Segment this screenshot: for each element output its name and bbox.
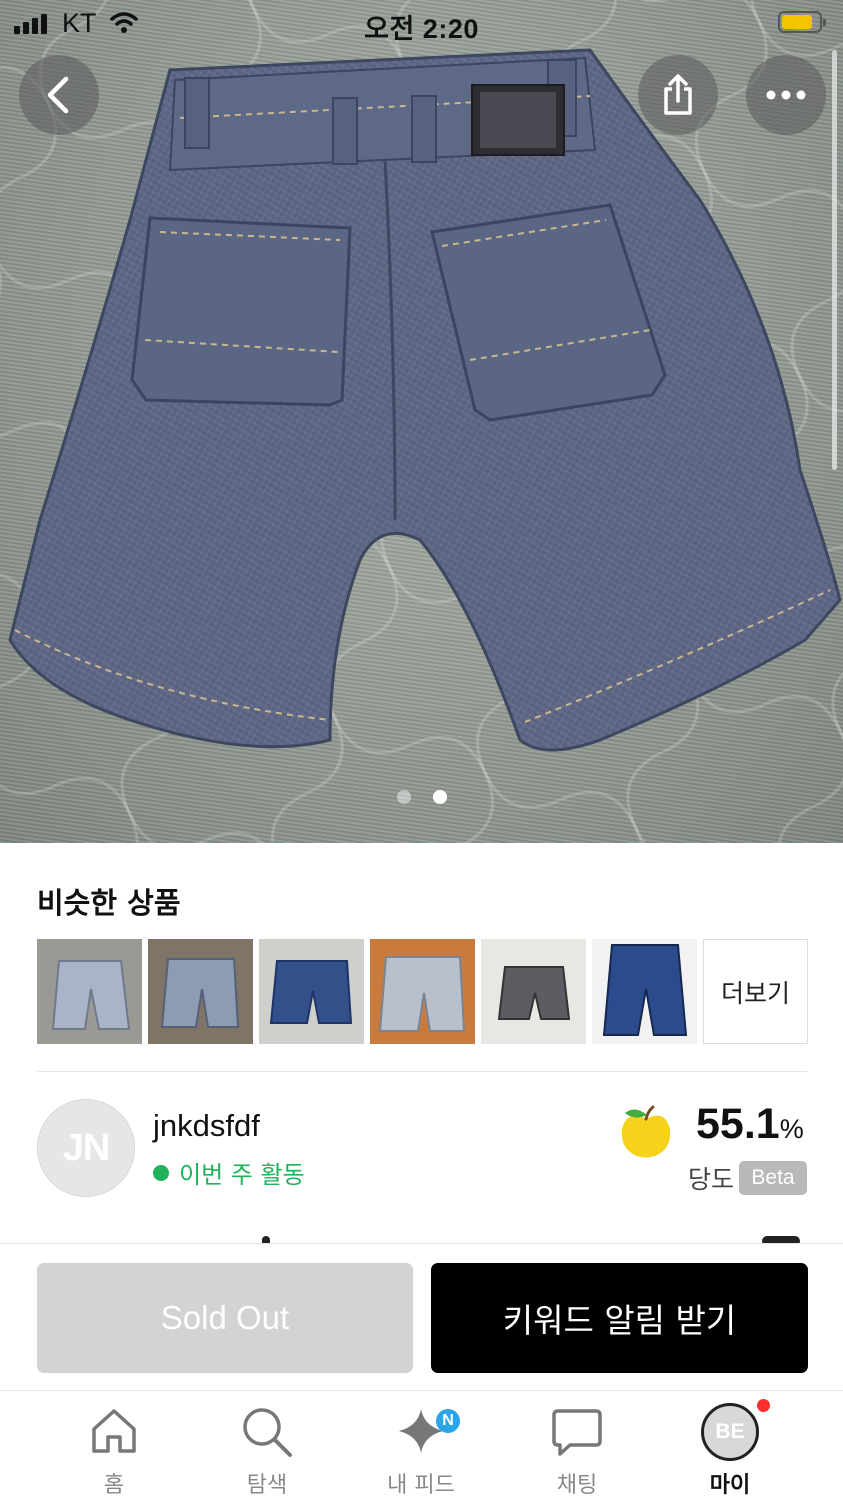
keyword-alert-button[interactable]: 키워드 알림 받기 [431,1263,808,1373]
more-horizontal-icon [766,90,806,100]
apple-icon [621,1105,671,1158]
beta-badge: Beta [739,1161,807,1195]
tab-label: 내 피드 [387,1473,455,1498]
bottom-tab-bar: 홈 탐색 N 내 피드 채팅 BE 마이 [0,1390,843,1501]
activity-label: 이번 주 활동 [179,1161,305,1189]
similar-item-thumbnail[interactable] [370,939,475,1044]
search-icon [243,1408,292,1457]
new-badge: N [436,1409,460,1433]
similar-item-thumbnail[interactable] [592,939,697,1044]
my-avatar: BE [701,1403,759,1461]
tab-label: 채팅 [556,1473,598,1498]
battery-icon [778,11,826,33]
sweetness-label: 당도 [688,1165,735,1194]
tab-my[interactable]: BE 마이 [665,1391,795,1501]
similar-item-thumbnail[interactable] [259,939,364,1044]
page-dot [396,790,411,804]
photo-page-indicator [0,790,843,804]
similar-item-thumbnail[interactable] [481,939,586,1044]
seller-name[interactable]: jnkdsfdf [153,1108,260,1144]
back-button[interactable] [19,55,99,135]
seller-activity: 이번 주 활동 [153,1155,305,1190]
status-bar: KT 오전 2:20 [0,0,843,48]
status-time: 오전 2:20 [364,14,479,44]
tab-search[interactable]: 탐색 [202,1391,332,1501]
activity-dot-icon [153,1164,169,1181]
home-icon [92,1409,136,1453]
sweetness-score: 55.1% [696,1100,804,1148]
share-button[interactable] [638,55,718,135]
tab-label: 탐색 [246,1473,288,1498]
tab-chat[interactable]: 채팅 [512,1391,642,1501]
denim-shorts-photo [0,0,843,843]
scroll-indicator [832,50,837,470]
section-divider [37,1071,807,1072]
share-icon [664,74,692,115]
sold-out-button: Sold Out [37,1263,413,1373]
chat-icon [552,1409,602,1456]
similar-item-thumbnail[interactable] [37,939,142,1044]
action-bar: Sold Out 키워드 알림 받기 [0,1243,843,1392]
similar-item-thumbnail[interactable] [148,939,253,1044]
more-options-button[interactable] [746,55,826,135]
see-more-button[interactable]: 더보기 [703,939,808,1044]
notification-dot [757,1399,770,1412]
tab-my-feed[interactable]: N 내 피드 [356,1391,486,1501]
tab-home[interactable]: 홈 [49,1391,179,1501]
page-dot-active [432,790,447,804]
tab-label: 마이 [709,1473,751,1498]
similar-items-title: 비슷한 상품 [37,886,181,920]
similar-items-list: 더보기 [37,939,808,1044]
tab-label: 홈 [103,1473,125,1498]
chevron-left-icon [47,76,69,114]
seller-avatar[interactable]: JN [37,1099,135,1197]
product-photo[interactable]: KT 오전 2:20 [0,0,843,843]
